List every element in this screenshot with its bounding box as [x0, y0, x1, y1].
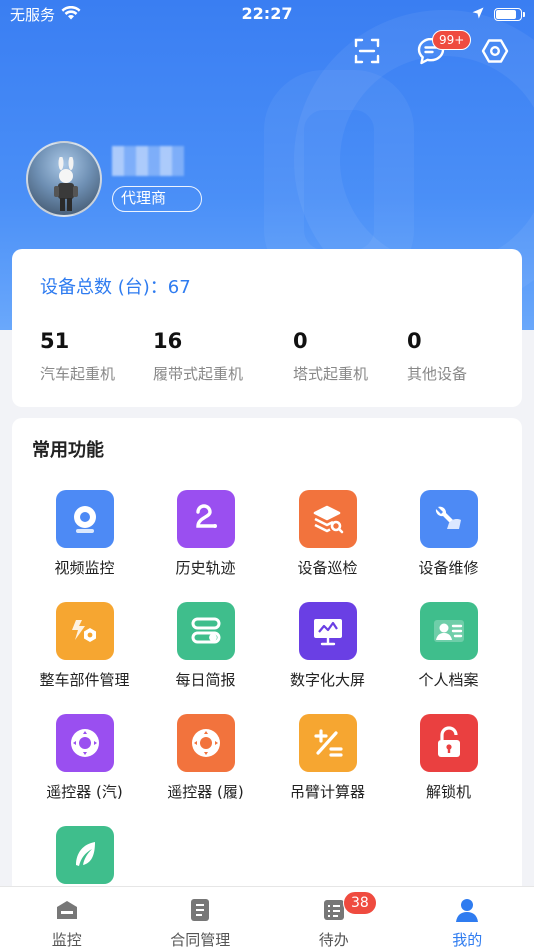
- scan-icon: [353, 37, 381, 69]
- avatar-character-image: [54, 157, 78, 211]
- func-remote-truck[interactable]: 遥控器 (汽): [24, 714, 145, 824]
- func-history-track[interactable]: 历史轨迹: [145, 490, 266, 600]
- profile-card-icon: [419, 602, 478, 660]
- username-obscured: [112, 146, 184, 176]
- stat-label: 汽车起重机: [40, 365, 116, 383]
- inspection-icon: [298, 490, 357, 548]
- camera-icon: [55, 490, 114, 548]
- tab-contract-management[interactable]: 合同管理: [134, 887, 268, 950]
- remote-icon: [176, 714, 235, 772]
- role-tag: 代理商: [112, 186, 202, 212]
- screen-icon: [298, 602, 357, 660]
- func-digital-screen[interactable]: 数字化大屏: [267, 602, 388, 712]
- report-icon: [176, 602, 235, 660]
- status-bar: 无服务 22:27: [0, 0, 534, 28]
- func-device-repair[interactable]: 设备维修: [388, 490, 509, 600]
- bottom-tab-bar: 监控 合同管理 待办 38 我的: [0, 886, 534, 950]
- messages-button[interactable]: 99+: [414, 30, 472, 70]
- stat-value: 0: [407, 329, 422, 353]
- calculator-icon: [298, 714, 357, 772]
- monitor-icon: [54, 897, 80, 923]
- user-icon: [454, 897, 480, 923]
- battery-icon: [494, 7, 525, 21]
- contract-icon: [187, 897, 213, 923]
- stat-value: 16: [153, 329, 183, 353]
- device-total[interactable]: 设备总数 (台)：67: [40, 273, 191, 299]
- stat-value: 0: [293, 329, 308, 353]
- func-remote-crawler[interactable]: 遥控器 (履): [145, 714, 266, 824]
- func-parts-management[interactable]: 整车部件管理: [24, 602, 145, 712]
- device-summary-card: 设备总数 (台)：67 51 汽车起重机 16 履带式起重机 0 塔式起重机 0…: [12, 249, 522, 407]
- stat-crawler-crane[interactable]: 16 履带式起重机: [153, 329, 243, 384]
- scan-button[interactable]: [350, 36, 384, 70]
- settings-hexagon-icon: [481, 37, 509, 69]
- stat-other-devices[interactable]: 0 其他设备: [407, 329, 467, 384]
- stat-label: 其他设备: [407, 365, 468, 383]
- func-video-monitor[interactable]: 视频监控: [24, 490, 145, 600]
- settings-button[interactable]: [478, 36, 512, 70]
- feather-icon: [55, 826, 114, 884]
- func-boom-calculator[interactable]: 吊臂计算器: [267, 714, 388, 824]
- todo-count-badge: 38: [343, 891, 377, 915]
- tab-mine[interactable]: 我的: [401, 887, 534, 950]
- message-count-badge: 99+: [432, 30, 472, 50]
- location-arrow-icon: [472, 5, 484, 23]
- repair-icon: [419, 490, 478, 548]
- tab-todo[interactable]: 待办 38: [267, 887, 401, 950]
- stat-truck-crane[interactable]: 51 汽车起重机: [40, 329, 115, 384]
- common-functions-card: 常用功能 视频监控 历史轨迹 设备巡检 设备维修 整车部件管理 每日简报 数字化…: [12, 418, 522, 898]
- stat-label: 塔式起重机: [293, 365, 369, 383]
- func-unlock-machine[interactable]: 解锁机: [388, 714, 509, 824]
- clock: 22:27: [241, 4, 293, 23]
- stat-value: 51: [40, 329, 70, 353]
- stat-tower-crane[interactable]: 0 塔式起重机: [293, 329, 368, 384]
- remote-icon: [55, 714, 114, 772]
- func-daily-report[interactable]: 每日简报: [145, 602, 266, 712]
- tab-monitor[interactable]: 监控: [0, 887, 134, 950]
- section-title: 常用功能: [32, 440, 104, 461]
- unlock-icon: [419, 714, 478, 772]
- avatar[interactable]: [26, 141, 102, 217]
- func-personal-profile[interactable]: 个人档案: [388, 602, 509, 712]
- stat-label: 履带式起重机: [153, 365, 244, 383]
- parts-icon: [55, 602, 114, 660]
- track-icon: [176, 490, 235, 548]
- func-device-inspection[interactable]: 设备巡检: [267, 490, 388, 600]
